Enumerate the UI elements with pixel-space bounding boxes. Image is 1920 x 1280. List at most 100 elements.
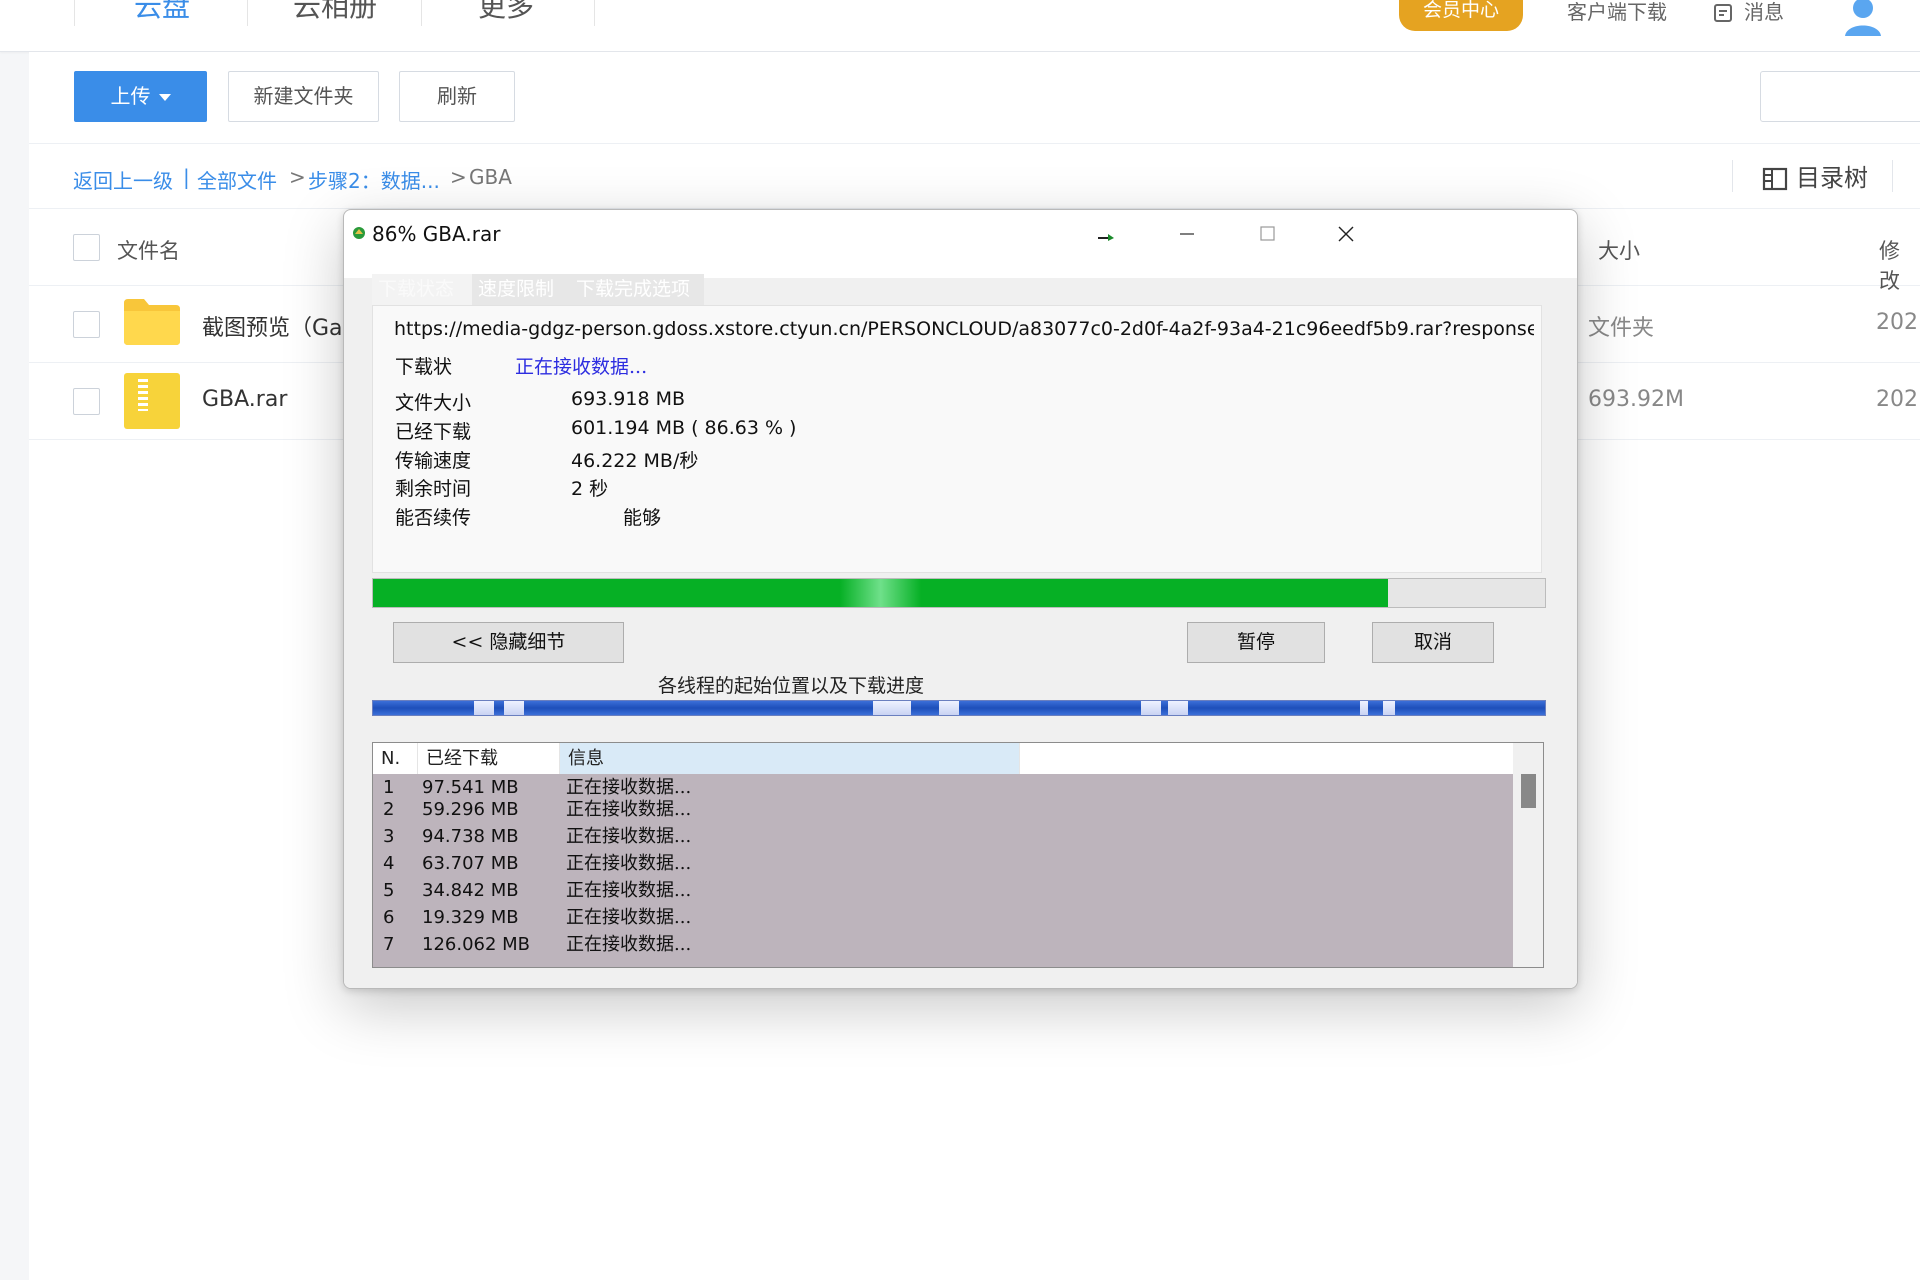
row-checkbox[interactable] xyxy=(73,311,100,338)
top-nav: 云盘 云相册 更多 会员中心 客户端下载 消息 xyxy=(0,0,1920,52)
thread-list[interactable]: N. 已经下载 信息 1 97.541 MB 正在接收数据... 2 59.29… xyxy=(372,742,1544,968)
remaining-value: 2 秒 xyxy=(571,478,609,500)
resume-label: 能否续传 xyxy=(395,507,472,529)
file-name[interactable]: GBA.rar xyxy=(202,387,287,412)
status-value: 正在接收数据... xyxy=(515,356,648,378)
message-icon xyxy=(1714,3,1732,22)
list-item[interactable]: 3 94.738 MB 正在接收数据... xyxy=(373,823,1513,850)
caret-down-icon xyxy=(158,94,171,101)
close-button[interactable] xyxy=(1305,210,1385,256)
list-item[interactable]: 6 19.329 MB 正在接收数据... xyxy=(373,904,1513,931)
remaining-label: 剩余时间 xyxy=(395,478,472,500)
thread-number: 3 xyxy=(383,826,395,847)
thread-gap xyxy=(474,701,494,715)
hide-details-button[interactable]: << 隐藏细节 xyxy=(393,622,624,663)
list-item[interactable]: 2 59.296 MB 正在接收数据... xyxy=(373,796,1513,823)
thread-gap xyxy=(1360,701,1368,715)
tab-speed-limit[interactable]: 速度限制 xyxy=(472,274,570,305)
thread-gap xyxy=(1141,701,1161,715)
thread-info: 正在接收数据... xyxy=(566,907,692,928)
column-number[interactable]: N. xyxy=(373,743,418,774)
speed-value: 46.222 MB/秒 xyxy=(571,450,699,472)
list-item[interactable]: 5 34.842 MB 正在接收数据... xyxy=(373,877,1513,904)
thread-downloaded: 59.296 MB xyxy=(422,799,519,820)
vip-center-button[interactable]: 会员中心 xyxy=(1399,0,1523,31)
tab-download-status[interactable]: 下载状态 xyxy=(372,274,472,305)
move-to-tray-button[interactable] xyxy=(1066,210,1146,256)
thread-info: 正在接收数据... xyxy=(566,880,692,901)
column-downloaded[interactable]: 已经下载 xyxy=(418,743,560,774)
row-checkbox[interactable] xyxy=(73,388,100,415)
toolbar: 上传 新建文件夹 刷新 xyxy=(29,52,1920,144)
new-folder-button[interactable]: 新建文件夹 xyxy=(228,71,379,122)
thread-number: 2 xyxy=(383,799,395,820)
thread-downloaded: 126.062 MB xyxy=(422,934,531,955)
thread-number: 7 xyxy=(383,934,395,955)
tab-cloud-disk[interactable]: 云盘 xyxy=(118,0,206,30)
download-info-panel: https://media-gdgz-person.gdoss.xstore.c… xyxy=(372,305,1542,573)
thread-downloaded: 19.329 MB xyxy=(422,907,519,928)
progress-fill xyxy=(373,579,1389,607)
all-files-link[interactable]: 全部文件 xyxy=(197,165,277,194)
dir-tree-button[interactable]: 目录树 xyxy=(1732,158,1893,194)
file-name[interactable]: 截图预览（Ga xyxy=(202,310,343,342)
select-all-checkbox[interactable] xyxy=(73,234,100,261)
download-progress-bar xyxy=(372,578,1546,608)
tab-cloud-album[interactable]: 云相册 xyxy=(280,0,390,30)
status-label: 下载状 xyxy=(395,356,453,378)
breadcrumb: 返回上一级 | 全部文件 > 步骤2：数据... > GBA 目录树 xyxy=(29,144,1920,209)
tab-more[interactable]: 更多 xyxy=(462,0,550,30)
file-size: 文件夹 xyxy=(1588,316,1655,341)
app-icon xyxy=(353,227,365,239)
thread-list-rows: 1 97.541 MB 正在接收数据... 2 59.296 MB 正在接收数据… xyxy=(373,774,1513,967)
avatar[interactable] xyxy=(1843,0,1883,36)
search-input[interactable] xyxy=(1760,71,1920,122)
nav-divider xyxy=(594,0,595,26)
download-dialog: 86% GBA.rar 下载状态 速度限制 下载完成选项 https://med… xyxy=(343,209,1578,989)
breadcrumb-current: GBA xyxy=(469,165,512,189)
list-item[interactable]: 4 63.707 MB 正在接收数据... xyxy=(373,850,1513,877)
column-size[interactable]: 大小 xyxy=(1598,235,1640,265)
thread-number: 4 xyxy=(383,853,395,874)
list-item[interactable]: 7 126.062 MB 正在接收数据... xyxy=(373,931,1513,958)
divider xyxy=(1892,160,1893,192)
cancel-button[interactable]: 取消 xyxy=(1372,622,1494,663)
dir-tree-icon xyxy=(1762,167,1788,191)
close-icon xyxy=(1338,226,1354,242)
thread-gap xyxy=(939,701,959,715)
column-filename[interactable]: 文件名 xyxy=(117,235,180,265)
breadcrumb-arrow: > xyxy=(289,165,306,189)
messages-label: 消息 xyxy=(1744,0,1784,24)
back-link[interactable]: 返回上一级 xyxy=(73,165,173,194)
minimize-button[interactable] xyxy=(1146,210,1226,256)
nav-divider xyxy=(247,0,248,26)
file-size-label: 文件大小 xyxy=(395,392,472,414)
column-info[interactable]: 信息 xyxy=(560,743,1020,774)
refresh-button[interactable]: 刷新 xyxy=(399,71,515,122)
upload-button[interactable]: 上传 xyxy=(74,71,207,122)
nav-divider xyxy=(421,0,422,26)
tab-completion-options[interactable]: 下载完成选项 xyxy=(570,274,704,305)
breadcrumb-arrow: > xyxy=(450,165,467,189)
scrollbar-thumb[interactable] xyxy=(1521,774,1536,808)
thread-number: 6 xyxy=(383,907,395,928)
breadcrumb-separator: | xyxy=(183,165,190,189)
download-url: https://media-gdgz-person.gdoss.xstore.c… xyxy=(394,318,1534,340)
pause-button[interactable]: 暂停 xyxy=(1187,622,1325,663)
thread-info: 正在接收数据... xyxy=(566,934,692,955)
thread-info: 正在接收数据... xyxy=(566,853,692,874)
dialog-title: 86% GBA.rar xyxy=(372,222,501,246)
thread-number: 5 xyxy=(383,880,395,901)
file-size: 693.92M xyxy=(1588,387,1684,412)
nav-divider xyxy=(74,0,75,26)
messages-link[interactable]: 消息 xyxy=(1712,0,1784,26)
thread-list-scrollbar[interactable] xyxy=(1513,743,1543,967)
maximize-button[interactable] xyxy=(1226,210,1306,256)
client-download-link[interactable]: 客户端下载 xyxy=(1567,0,1667,25)
maximize-icon xyxy=(1260,226,1275,241)
thread-progress-bar xyxy=(372,700,1546,716)
thread-gap xyxy=(504,701,524,715)
step-folder-link[interactable]: 步骤2：数据... xyxy=(308,165,440,194)
thread-downloaded: 34.842 MB xyxy=(422,880,519,901)
upload-label: 上传 xyxy=(110,84,151,108)
